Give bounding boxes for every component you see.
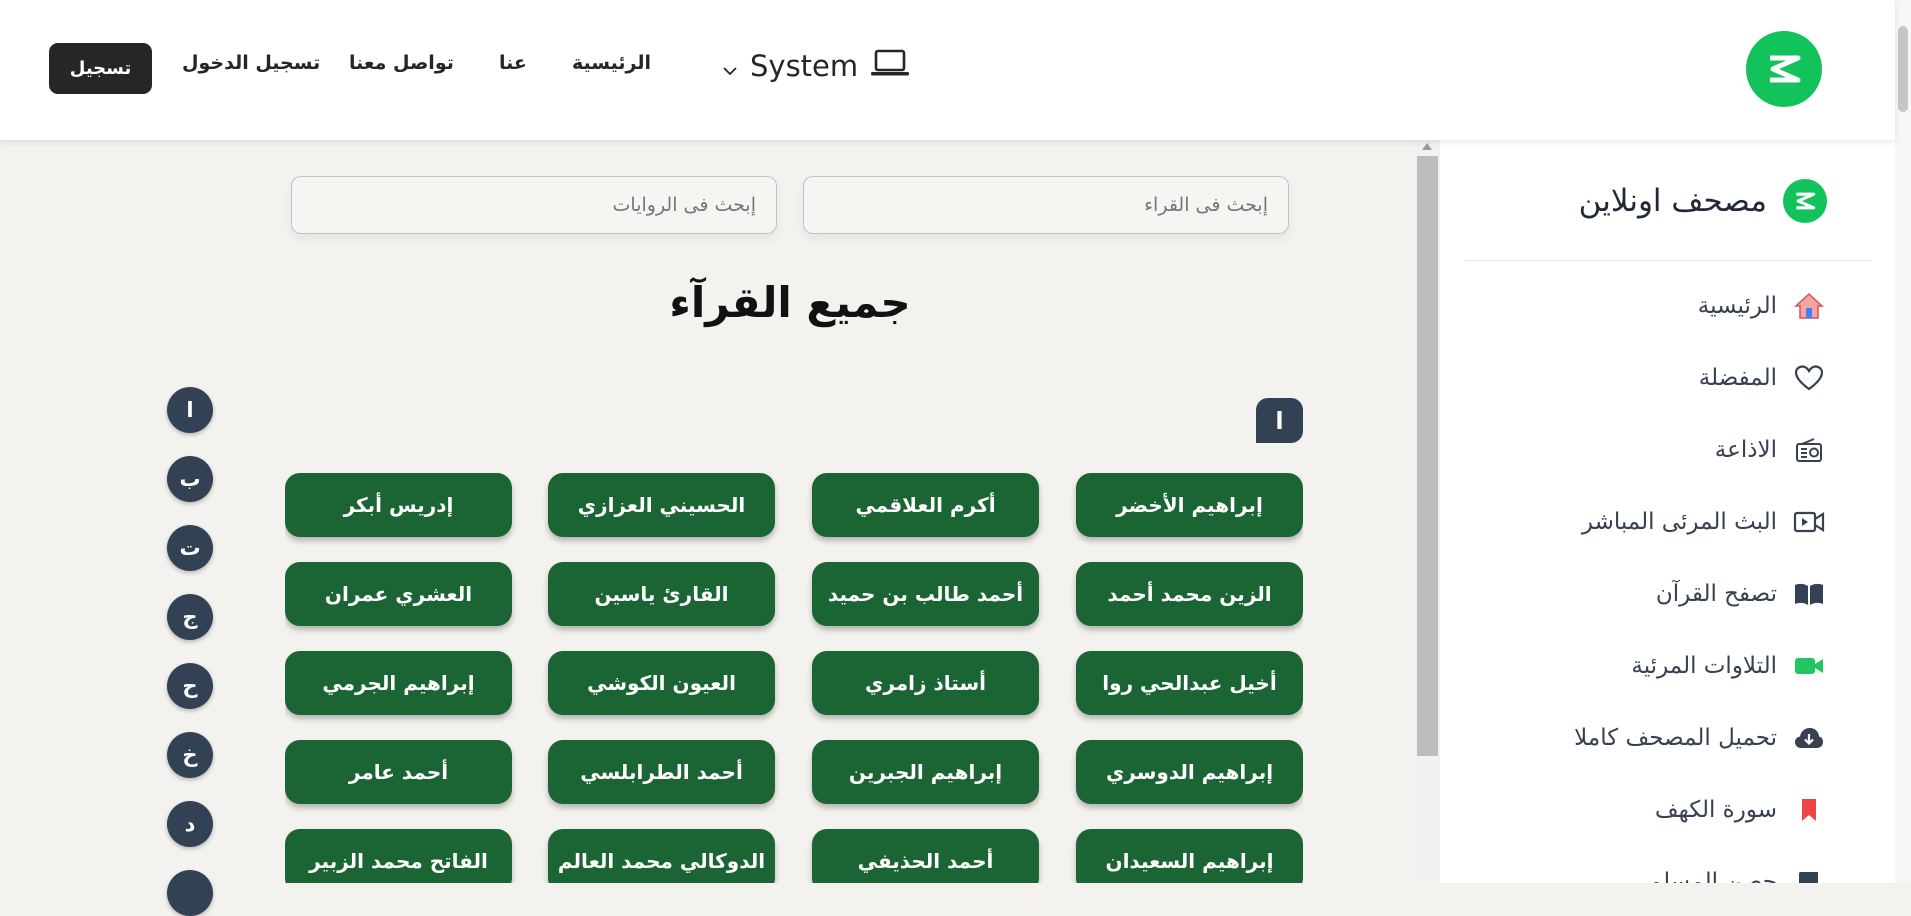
site-logo[interactable]: [1746, 31, 1822, 107]
reader-button[interactable]: إبراهيم الجرمي: [285, 651, 512, 715]
sidebar-item-label: المفضلة: [1698, 365, 1777, 391]
sidebar-item-label: البث المرئى المباشر: [1581, 509, 1777, 535]
reader-button[interactable]: أستاذ زامري: [812, 651, 1039, 715]
sidebar-item-surah-kahf[interactable]: سورة الكهف: [1655, 790, 1825, 830]
sidebar-item-label: تحميل المصحف كاملا: [1574, 725, 1777, 751]
heart-icon: [1793, 362, 1825, 394]
theme-select[interactable]: System: [722, 46, 910, 86]
book-icon: [1793, 866, 1825, 883]
reader-button[interactable]: إبراهيم السعيدان: [1076, 829, 1303, 883]
sidebar-item-label: التلاوات المرئية: [1631, 653, 1777, 679]
home-link[interactable]: الرئيسية: [572, 52, 651, 74]
reader-button[interactable]: القارئ ياسين: [548, 562, 775, 626]
section-letter-badge: ا: [1256, 398, 1303, 443]
reader-button[interactable]: إدريس أبكر: [285, 473, 512, 537]
sidebar-item-hisn-muslim[interactable]: حصن المسلم: [1648, 862, 1825, 883]
sidebar-item-browse-quran[interactable]: تصفح القرآن: [1656, 574, 1825, 614]
sidebar-item-label: سورة الكهف: [1654, 797, 1777, 823]
sidebar-item-label: الاذاعة: [1714, 437, 1777, 463]
contact-link[interactable]: تواصل معنا: [349, 52, 454, 74]
live-video-icon: [1793, 506, 1825, 538]
reader-button[interactable]: أحمد الطرابلسي: [548, 740, 775, 804]
reader-button[interactable]: أخيل عبدالحي روا: [1076, 651, 1303, 715]
letter-button[interactable]: د: [167, 801, 213, 847]
cloud-download-icon: [1793, 722, 1825, 754]
theme-select-value: System: [750, 49, 859, 83]
brand-logo-icon: [1783, 179, 1827, 223]
scroll-up-arrow-icon[interactable]: [1422, 143, 1432, 150]
open-book-icon: [1793, 578, 1825, 610]
reader-button[interactable]: أكرم العلاقمي: [812, 473, 1039, 537]
sidebar-item-video-recitations[interactable]: التلاوات المرئية: [1631, 646, 1825, 686]
letter-button[interactable]: ج: [167, 594, 213, 640]
readers-grid: إبراهيم الأخضر أكرم العلاقمي الحسيني الع…: [285, 473, 1303, 883]
letter-button[interactable]: خ: [167, 732, 213, 778]
chevron-down-icon: [722, 49, 738, 83]
content-scrollbar-thumb[interactable]: [1417, 156, 1438, 756]
reader-button[interactable]: أحمد الحذيفي: [812, 829, 1039, 883]
sidebar-item-radio[interactable]: الاذاعة: [1715, 430, 1825, 470]
reader-button[interactable]: العشري عمران: [285, 562, 512, 626]
about-link[interactable]: عنا: [499, 52, 527, 74]
reader-button[interactable]: العيون الكوشي: [548, 651, 775, 715]
letter-button[interactable]: ح: [167, 663, 213, 709]
page-scrollbar-thumb[interactable]: [1898, 26, 1908, 112]
sidebar-brand[interactable]: مصحف اونلاين: [1579, 179, 1827, 223]
reader-button[interactable]: الحسيني العزازي: [548, 473, 775, 537]
letter-button[interactable]: ت: [167, 525, 213, 571]
sidebar-item-label: حصن المسلم: [1647, 869, 1777, 883]
reader-button[interactable]: الدوكالي محمد العالم: [548, 829, 775, 883]
radio-icon: [1793, 434, 1825, 466]
page-scrollbar[interactable]: [1895, 0, 1911, 883]
sidebar-item-label: الرئيسية: [1697, 293, 1777, 319]
register-button[interactable]: تسجيل: [49, 43, 152, 94]
sidebar: مصحف اونلاين الرئيسية المفضلة الاذاعة ال…: [1440, 140, 1895, 883]
brand-name: مصحف اونلاين: [1578, 183, 1767, 219]
reader-button[interactable]: إبراهيم الأخضر: [1076, 473, 1303, 537]
video-camera-icon: [1793, 650, 1825, 682]
narrations-search-input[interactable]: [291, 176, 777, 234]
letter-button[interactable]: ب: [167, 456, 213, 502]
reader-button[interactable]: أحمد طالب بن حميد: [812, 562, 1039, 626]
bookmark-icon: [1793, 794, 1825, 826]
page-title: جميع القرآء: [669, 278, 911, 327]
sidebar-item-live-video[interactable]: البث المرئى المباشر: [1582, 502, 1825, 542]
house-icon: [1793, 290, 1825, 322]
sidebar-item-download-mushaf[interactable]: تحميل المصحف كاملا: [1574, 718, 1825, 758]
readers-search-input[interactable]: [803, 176, 1289, 234]
reader-button[interactable]: إبراهيم الدوسري: [1076, 740, 1303, 804]
content-scrollbar[interactable]: [1415, 140, 1440, 883]
reader-button[interactable]: الفاتح محمد الزبير: [285, 829, 512, 883]
sidebar-divider: [1465, 260, 1872, 261]
reader-button[interactable]: الزين محمد أحمد: [1076, 562, 1303, 626]
sidebar-item-label: تصفح القرآن: [1655, 581, 1777, 607]
sidebar-item-home[interactable]: الرئيسية: [1698, 286, 1825, 326]
reader-button[interactable]: أحمد عامر: [285, 740, 512, 804]
laptop-icon: [870, 48, 910, 85]
reader-button[interactable]: إبراهيم الجبرين: [812, 740, 1039, 804]
sidebar-item-favorites[interactable]: المفضلة: [1699, 358, 1825, 398]
letter-button[interactable]: [167, 870, 213, 916]
login-link[interactable]: تسجيل الدخول: [182, 52, 320, 74]
top-header: تسجيل تسجيل الدخول تواصل معنا عنا الرئيس…: [0, 0, 1895, 140]
letter-button[interactable]: ا: [167, 387, 213, 433]
